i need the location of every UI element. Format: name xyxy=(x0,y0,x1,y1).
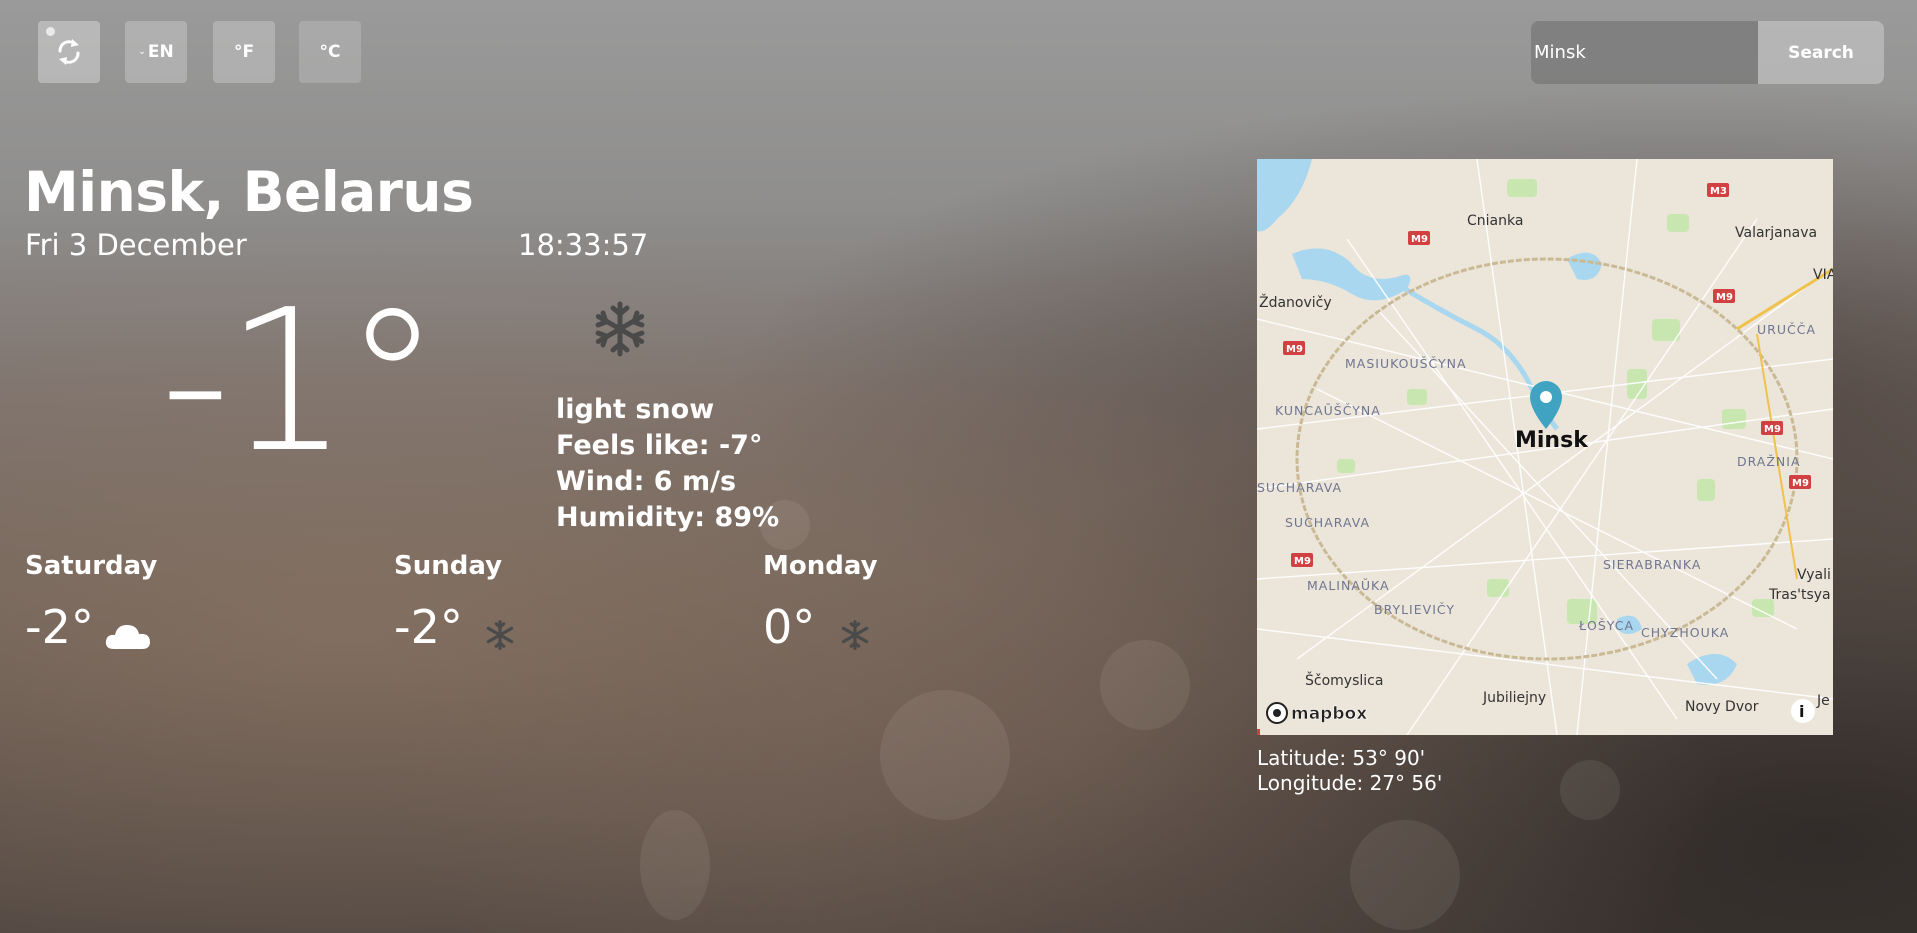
svg-text:DRAŽNIA: DRAŽNIA xyxy=(1737,454,1801,469)
svg-text:MASIUKOUŠČYNA: MASIUKOUŠČYNA xyxy=(1345,356,1467,371)
svg-text:M3: M3 xyxy=(1710,186,1727,197)
svg-text:KUNCAŪŠČYNA: KUNCAŪŠČYNA xyxy=(1275,403,1381,418)
celsius-button[interactable]: °C xyxy=(299,21,361,83)
language-label: EN xyxy=(147,42,174,62)
refresh-icon xyxy=(58,39,80,65)
svg-text:Ždanovičy: Ždanovičy xyxy=(1259,293,1332,311)
svg-text:VIA: VIA xyxy=(1813,267,1833,283)
svg-text:SIERABRANKA: SIERABRANKA xyxy=(1603,557,1701,572)
weather-details: light snow Feels like: -7° Wind: 6 m/s H… xyxy=(556,392,779,536)
svg-text:Vyali: Vyali xyxy=(1797,567,1831,583)
svg-text:Valarjanava: Valarjanava xyxy=(1735,225,1817,241)
feels-like: Feels like: -7° xyxy=(556,430,763,461)
svg-text:Novy Dvor: Novy Dvor xyxy=(1685,699,1759,715)
svg-text:BRYLIEVIČY: BRYLIEVIČY xyxy=(1374,602,1455,617)
svg-text:URUČČA: URUČČA xyxy=(1757,322,1816,337)
svg-text:SUCHARAVA: SUCHARAVA xyxy=(1257,480,1342,495)
svg-text:M9: M9 xyxy=(1716,292,1733,303)
current-date: Fri 3 December xyxy=(25,228,247,262)
cloud-icon xyxy=(105,625,150,649)
latitude: Latitude: 53° 90' xyxy=(1257,746,1426,770)
weather-description: light snow xyxy=(556,394,715,425)
wind-speed: Wind: 6 m/s xyxy=(556,466,737,497)
search-button[interactable]: Search xyxy=(1758,21,1884,84)
forecast-day-2: Sunday xyxy=(394,551,503,581)
svg-text:SUCHARAVA: SUCHARAVA xyxy=(1285,515,1370,530)
svg-text:i: i xyxy=(1799,702,1804,721)
svg-text:M9: M9 xyxy=(1792,478,1809,489)
snowflake-icon xyxy=(595,301,645,357)
svg-text:Ščomyslica: Ščomyslica xyxy=(1305,671,1383,689)
fahrenheit-button[interactable]: °F xyxy=(213,21,275,83)
svg-text:CHYZHOUKA: CHYZHOUKA xyxy=(1641,625,1729,640)
forecast-temp-1: -2° xyxy=(25,600,94,654)
svg-text:M9: M9 xyxy=(1764,424,1781,435)
humidity: Humidity: 89% xyxy=(556,502,780,533)
svg-text:M9: M9 xyxy=(1294,556,1311,567)
mapbox-logo: mapbox xyxy=(1291,704,1367,724)
longitude: Longitude: 27° 56' xyxy=(1257,771,1443,795)
language-select[interactable]: ⌄ EN xyxy=(125,21,187,83)
svg-text:Jubiliejny: Jubiliejny xyxy=(1482,690,1546,706)
forecast-day-3: Monday xyxy=(763,551,878,581)
svg-text:MALINAŬKA: MALINAŬKA xyxy=(1307,578,1390,593)
forecast-day-1: Saturday xyxy=(25,551,158,581)
current-temperature: -1° xyxy=(160,268,441,496)
snowflake-icon xyxy=(486,620,514,650)
forecast-temp-2: -2° xyxy=(394,600,463,654)
coordinates: Latitude: 53° 90' Longitude: 27° 56' xyxy=(1257,746,1442,796)
city-title: Minsk, Belarus xyxy=(24,160,474,224)
refresh-button[interactable] xyxy=(38,21,100,83)
snowflake-icon xyxy=(841,620,869,650)
current-time: 18:33:57 xyxy=(518,228,649,262)
forecast-temp-3: 0° xyxy=(763,600,816,654)
search-input[interactable] xyxy=(1531,21,1758,84)
chevron-down-icon: ⌄ xyxy=(138,47,146,57)
map-marker-label: Minsk xyxy=(1515,428,1589,453)
svg-text:Tras'tsya: Tras'tsya xyxy=(1768,587,1831,603)
svg-text:M9: M9 xyxy=(1411,234,1428,245)
location-map[interactable]: M3 M9 M9 M9 M9 M9 M9 Cnianka Valarjanava… xyxy=(1257,159,1833,735)
svg-text:Je: Je xyxy=(1816,693,1830,709)
svg-text:Cnianka: Cnianka xyxy=(1467,213,1523,229)
svg-text:M9: M9 xyxy=(1286,344,1303,355)
svg-text:ŁOŠYCA: ŁOŠYCA xyxy=(1578,618,1634,633)
search-form: Search xyxy=(1531,21,1884,84)
loading-dot xyxy=(46,27,55,36)
